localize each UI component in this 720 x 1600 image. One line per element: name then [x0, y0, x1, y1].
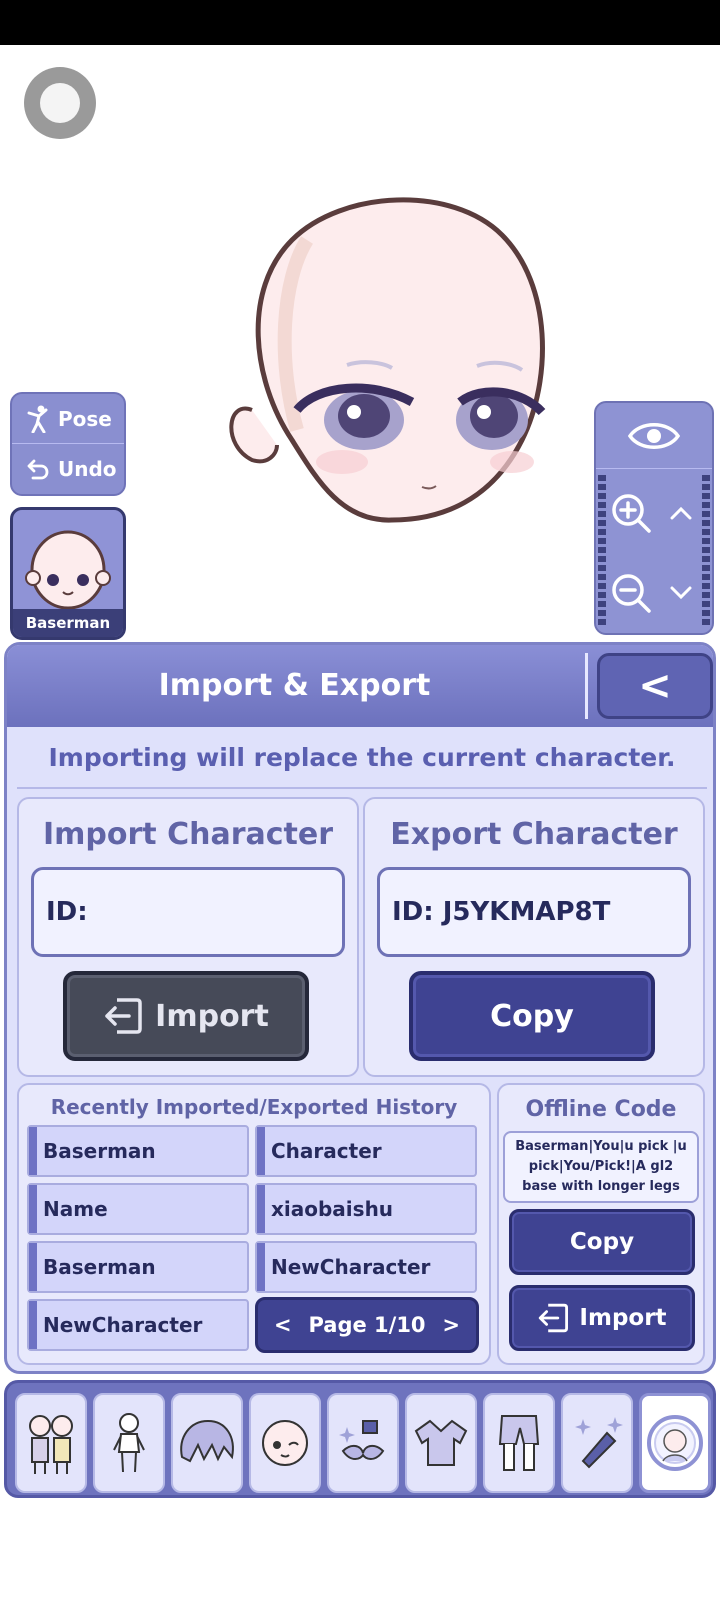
- history-pagination: < Page 1/10 >: [255, 1297, 479, 1353]
- tab-top-clothing[interactable]: [405, 1393, 477, 1493]
- undo-button[interactable]: Undo: [12, 444, 124, 494]
- accessories-icon: [339, 1420, 385, 1460]
- face-icon: [262, 1420, 308, 1466]
- zoom-out-button[interactable]: [606, 553, 656, 633]
- history-title: Recently Imported/Exported History: [50, 1095, 458, 1119]
- tab-presets[interactable]: [15, 1393, 87, 1493]
- move-up-button[interactable]: [656, 473, 706, 553]
- import-export-panel: Import & Export < Importing will replace…: [4, 642, 716, 1374]
- history-item[interactable]: Character: [255, 1125, 477, 1177]
- zoom-strip-left: [598, 475, 606, 625]
- eye-icon: [627, 422, 681, 449]
- offline-import-label: Import: [579, 1305, 667, 1331]
- offline-code-line: pick|You/Pick!|A gl2: [528, 1159, 674, 1174]
- tab-body[interactable]: [93, 1393, 165, 1493]
- tab-effects[interactable]: [561, 1393, 633, 1493]
- tab-face[interactable]: [249, 1393, 321, 1493]
- hair-icon: [180, 1419, 234, 1463]
- tab-hair[interactable]: [171, 1393, 243, 1493]
- history-item[interactable]: xiaobaishu: [255, 1183, 477, 1235]
- export-title: Export Character: [390, 817, 678, 852]
- chevron-down-icon: [670, 586, 692, 600]
- page-label: Page 1/10: [308, 1313, 426, 1337]
- offline-title: Offline Code: [525, 1097, 677, 1122]
- top-clothing-icon: [414, 1419, 468, 1466]
- panel-header: Import & Export <: [7, 645, 713, 727]
- import-button[interactable]: Import: [63, 971, 309, 1061]
- undo-icon: [27, 459, 49, 480]
- presets-icon: [29, 1415, 73, 1474]
- panel-title: Import & Export: [158, 668, 431, 703]
- tab-accessories[interactable]: [327, 1393, 399, 1493]
- menu-circle-button[interactable]: [24, 67, 96, 139]
- undo-label: Undo: [58, 457, 117, 481]
- pose-undo-group: Pose Undo: [10, 392, 126, 496]
- import-icon: [105, 998, 142, 1034]
- offline-copy-label: Copy: [569, 1229, 635, 1255]
- offline-code-text[interactable]: Baserman|You|u pick |u pick|You/Pick!|A …: [503, 1131, 699, 1203]
- tab-profile[interactable]: [639, 1393, 711, 1493]
- toggle-visibility-button[interactable]: [596, 403, 712, 469]
- history-item[interactable]: Baserman: [27, 1125, 249, 1177]
- import-title: Import Character: [42, 817, 333, 852]
- import-id-field[interactable]: ID:: [31, 867, 345, 957]
- next-page-button[interactable]: >: [442, 1313, 460, 1337]
- copy-id-button-label: Copy: [490, 998, 574, 1034]
- character-thumbnail: [25, 530, 111, 610]
- offline-code-line: Baserman|You|u pick |u: [515, 1139, 687, 1154]
- history-item[interactable]: NewCharacter: [255, 1241, 477, 1293]
- history-item[interactable]: Baserman: [27, 1241, 249, 1293]
- import-warning: Importing will replace the current chara…: [17, 727, 707, 789]
- zoom-out-icon: [612, 574, 651, 613]
- export-character-box: Export Character ID: J5YKMAP8T Copy: [363, 797, 705, 1077]
- tab-bottom-clothing[interactable]: [483, 1393, 555, 1493]
- pose-button[interactable]: Pose: [12, 394, 124, 444]
- copy-id-button[interactable]: Copy: [409, 971, 655, 1061]
- zoom-in-button[interactable]: [606, 473, 656, 553]
- chevron-up-icon: [670, 506, 692, 520]
- back-button[interactable]: <: [597, 653, 713, 719]
- offline-copy-button[interactable]: Copy: [509, 1209, 695, 1275]
- prev-page-button[interactable]: <: [274, 1313, 292, 1337]
- import-character-box: Import Character ID: Import: [17, 797, 359, 1077]
- export-id-field[interactable]: ID: J5YKMAP8T: [377, 867, 691, 957]
- character-preview: [229, 197, 546, 523]
- character-name: Baserman: [13, 609, 123, 637]
- effects-icon: [575, 1417, 623, 1469]
- offline-import-button[interactable]: Import: [509, 1285, 695, 1351]
- import-button-label: Import: [155, 998, 269, 1034]
- character-card[interactable]: Baserman: [10, 507, 126, 640]
- move-down-button[interactable]: [656, 553, 706, 633]
- body-icon: [113, 1413, 145, 1473]
- history-item[interactable]: NewCharacter: [27, 1299, 249, 1351]
- zoom-in-icon: [612, 494, 651, 533]
- history-item[interactable]: Name: [27, 1183, 249, 1235]
- status-bar: [0, 0, 720, 45]
- import-icon: [539, 1303, 569, 1333]
- bottom-clothing-icon: [498, 1415, 540, 1471]
- offline-code-line: base with longer legs: [522, 1179, 680, 1194]
- pose-icon: [27, 405, 48, 433]
- history-box: Recently Imported/Exported History Baser…: [17, 1083, 491, 1365]
- offline-code-box: Offline Code Baserman|You|u pick |u pick…: [497, 1083, 705, 1365]
- view-controls: [594, 401, 714, 635]
- pose-label: Pose: [58, 406, 112, 431]
- category-tab-bar: [4, 1380, 716, 1498]
- header-divider: [585, 653, 588, 719]
- profile-icon: [647, 1415, 703, 1471]
